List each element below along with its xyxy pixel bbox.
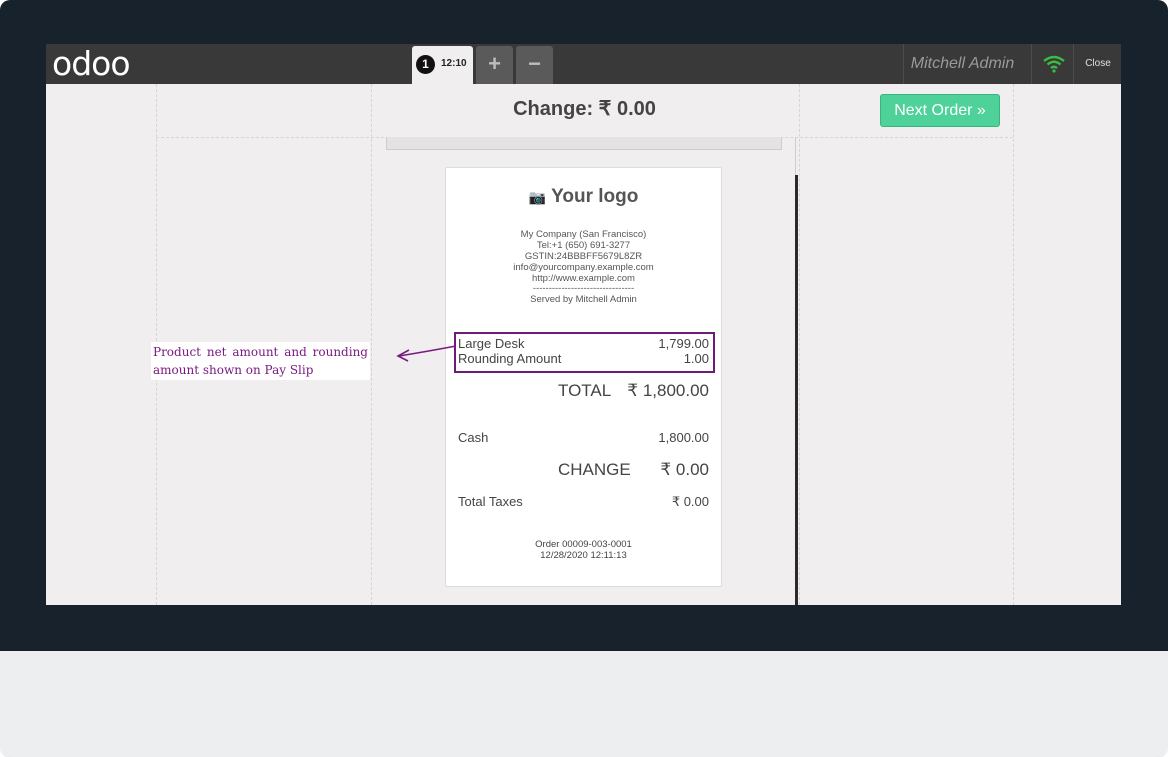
scrollbar[interactable]: [795, 175, 798, 605]
total-row: TOTAL ₹ 1,800.00: [458, 381, 709, 403]
annotation-note: Product net amount and rounding amount s…: [151, 342, 370, 380]
scrollbar-track: [795, 137, 796, 175]
camera-icon: 📷: [528, 189, 547, 205]
payment-method: Cash: [458, 430, 489, 445]
next-order-button[interactable]: Next Order »: [880, 94, 1000, 127]
add-order-button[interactable]: +: [476, 46, 513, 84]
change-row: CHANGE ₹ 0.00: [458, 460, 709, 482]
remove-order-button[interactable]: −: [516, 46, 553, 84]
total-label: TOTAL: [558, 381, 612, 400]
layout-guide: [371, 84, 372, 605]
annotation-highlight-box: [454, 332, 715, 373]
company-line: Tel:+1 (650) 691-3277: [536, 240, 631, 251]
company-line: GSTIN:24BBBFF5679L8ZR: [524, 251, 643, 262]
change-label: CHANGE: [558, 460, 631, 479]
receipt: 📷 Your logo My Company (San Francisco) Te…: [445, 167, 722, 587]
receipt-footer: Order 00009-003-0001 12/28/2020 12:11:13: [446, 539, 721, 561]
annotation-arrow-icon: [396, 345, 457, 362]
served-by: Served by Mitchell Admin: [530, 294, 637, 305]
order-reference: Order 00009-003-0001: [535, 539, 632, 550]
taxes-label: Total Taxes: [458, 494, 523, 509]
taxes-value: ₹ 0.00: [671, 494, 709, 509]
total-value: ₹ 1,800.00: [627, 381, 709, 400]
order-date: 12/28/2020 12:11:13: [540, 550, 627, 561]
logo-text: Your logo: [551, 186, 639, 207]
company-line: My Company (San Francisco): [520, 229, 647, 240]
topbar-divider: [1031, 44, 1032, 84]
layout-guide: [799, 84, 800, 605]
user-name[interactable]: Mitchell Admin: [904, 44, 1021, 84]
print-receipt-bar[interactable]: [386, 137, 782, 150]
order-number-badge: 1: [416, 55, 435, 74]
close-button[interactable]: Close: [1075, 44, 1121, 84]
topbar-divider: [1073, 44, 1074, 84]
change-value: ₹ 0.00: [660, 460, 709, 479]
taxes-row: Total Taxes ₹ 0.00: [458, 494, 709, 510]
monitor-chin: [0, 651, 1168, 757]
receipt-logo: 📷 Your logo: [446, 186, 721, 208]
company-info: My Company (San Francisco) Tel:+1 (650) …: [446, 229, 721, 305]
order-time: 12:10: [441, 58, 467, 69]
wifi-icon[interactable]: [1043, 54, 1065, 74]
pos-topbar: odoo 1 12:10 + − Mitchell Admin Close: [46, 44, 1121, 84]
company-line: --------------------------------: [532, 283, 635, 294]
company-line: info@yourcompany.example.com: [513, 262, 654, 273]
odoo-logo: odoo: [52, 44, 131, 83]
layout-guide: [1013, 84, 1014, 605]
payment-amount: 1,800.00: [658, 430, 709, 445]
payment-row: Cash 1,800.00: [458, 430, 709, 446]
pos-screen: odoo 1 12:10 + − Mitchell Admin Close Ch…: [46, 44, 1121, 605]
order-tab[interactable]: 1 12:10: [412, 46, 473, 84]
